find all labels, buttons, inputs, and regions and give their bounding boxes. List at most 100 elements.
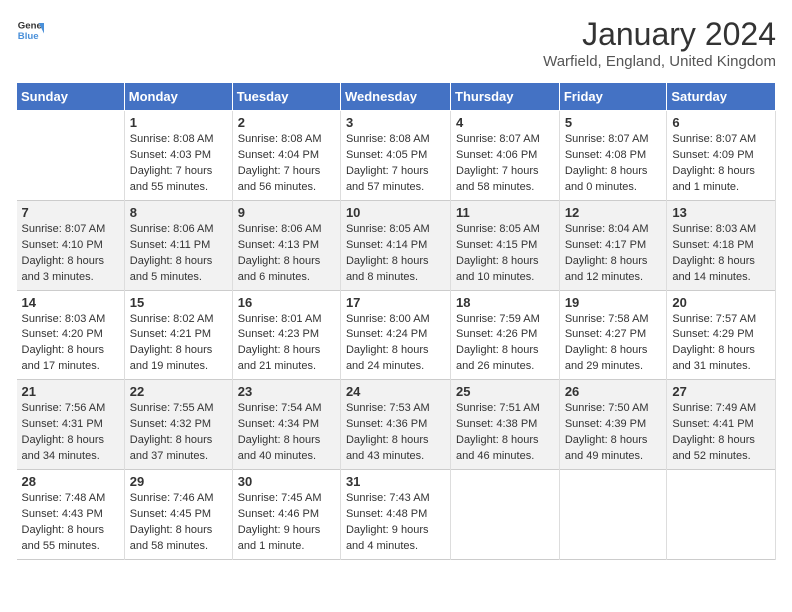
- svg-text:Blue: Blue: [18, 31, 39, 42]
- calendar-cell: 28 Sunrise: 7:48 AM Sunset: 4:43 PM Dayli…: [17, 470, 125, 560]
- page-header: General Blue January 2024 Warfield, Engl…: [16, 16, 776, 70]
- day-number: 7: [22, 205, 119, 220]
- calendar-cell: 17 Sunrise: 8:00 AM Sunset: 4:24 PM Dayli…: [340, 290, 450, 380]
- day-number: 20: [672, 295, 770, 310]
- day-number: 29: [130, 474, 227, 489]
- calendar-cell: 6 Sunrise: 8:07 AM Sunset: 4:09 PM Daylig…: [667, 111, 776, 201]
- calendar-header: SundayMondayTuesdayWednesdayThursdayFrid…: [17, 83, 776, 111]
- day-header: Tuesday: [232, 83, 340, 111]
- day-info: Sunrise: 7:48 AM Sunset: 4:43 PM Dayligh…: [22, 491, 119, 555]
- day-info: Sunrise: 8:05 AM Sunset: 4:15 PM Dayligh…: [456, 222, 554, 286]
- calendar-week-row: 28 Sunrise: 7:48 AM Sunset: 4:43 PM Dayli…: [17, 470, 776, 560]
- calendar-cell: 20 Sunrise: 7:57 AM Sunset: 4:29 PM Dayli…: [667, 290, 776, 380]
- day-header: Thursday: [451, 83, 560, 111]
- day-header: Monday: [124, 83, 232, 111]
- day-number: 23: [238, 384, 335, 399]
- day-number: 8: [130, 205, 227, 220]
- day-info: Sunrise: 7:57 AM Sunset: 4:29 PM Dayligh…: [672, 312, 770, 376]
- day-number: 27: [672, 384, 770, 399]
- day-info: Sunrise: 7:51 AM Sunset: 4:38 PM Dayligh…: [456, 401, 554, 465]
- day-header: Friday: [559, 83, 667, 111]
- svg-text:General: General: [18, 20, 44, 31]
- day-number: 11: [456, 205, 554, 220]
- calendar-cell: 13 Sunrise: 8:03 AM Sunset: 4:18 PM Dayli…: [667, 200, 776, 290]
- day-number: 25: [456, 384, 554, 399]
- calendar-week-row: 1 Sunrise: 8:08 AM Sunset: 4:03 PM Daylig…: [17, 111, 776, 201]
- day-number: 1: [130, 115, 227, 130]
- day-info: Sunrise: 8:07 AM Sunset: 4:06 PM Dayligh…: [456, 132, 554, 196]
- day-info: Sunrise: 8:06 AM Sunset: 4:11 PM Dayligh…: [130, 222, 227, 286]
- logo: General Blue: [16, 16, 44, 44]
- day-header: Wednesday: [340, 83, 450, 111]
- day-info: Sunrise: 8:08 AM Sunset: 4:05 PM Dayligh…: [346, 132, 445, 196]
- day-number: 22: [130, 384, 227, 399]
- calendar-cell: 27Sunrise: 7:49 AM Sunset: 4:41 PM Dayli…: [667, 380, 776, 470]
- day-info: Sunrise: 7:50 AM Sunset: 4:39 PM Dayligh…: [565, 401, 662, 465]
- day-info: Sunrise: 8:07 AM Sunset: 4:08 PM Dayligh…: [565, 132, 662, 196]
- calendar-cell: 24Sunrise: 7:53 AM Sunset: 4:36 PM Dayli…: [340, 380, 450, 470]
- calendar-cell: 12Sunrise: 8:04 AM Sunset: 4:17 PM Dayli…: [559, 200, 667, 290]
- day-number: 31: [346, 474, 445, 489]
- day-info: Sunrise: 8:03 AM Sunset: 4:18 PM Dayligh…: [672, 222, 770, 286]
- day-info: Sunrise: 7:45 AM Sunset: 4:46 PM Dayligh…: [238, 491, 335, 555]
- day-number: 14: [22, 295, 119, 310]
- day-number: 9: [238, 205, 335, 220]
- day-info: Sunrise: 7:53 AM Sunset: 4:36 PM Dayligh…: [346, 401, 445, 465]
- day-number: 21: [22, 384, 119, 399]
- calendar-cell: 14Sunrise: 8:03 AM Sunset: 4:20 PM Dayli…: [17, 290, 125, 380]
- day-info: Sunrise: 8:01 AM Sunset: 4:23 PM Dayligh…: [238, 312, 335, 376]
- day-number: 28: [22, 474, 119, 489]
- day-info: Sunrise: 8:08 AM Sunset: 4:03 PM Dayligh…: [130, 132, 227, 196]
- day-info: Sunrise: 7:56 AM Sunset: 4:31 PM Dayligh…: [22, 401, 119, 465]
- day-number: 3: [346, 115, 445, 130]
- calendar-cell: [17, 111, 125, 201]
- calendar-cell: 7Sunrise: 8:07 AM Sunset: 4:10 PM Daylig…: [17, 200, 125, 290]
- day-number: 10: [346, 205, 445, 220]
- calendar-week-row: 21 Sunrise: 7:56 AM Sunset: 4:31 PM Dayli…: [17, 380, 776, 470]
- calendar-cell: 26 Sunrise: 7:50 AM Sunset: 4:39 PM Dayli…: [559, 380, 667, 470]
- calendar-cell: 8 Sunrise: 8:06 AM Sunset: 4:11 PM Daylig…: [124, 200, 232, 290]
- calendar-cell: 18Sunrise: 7:59 AM Sunset: 4:26 PM Dayli…: [451, 290, 560, 380]
- calendar-week-row: 14Sunrise: 8:03 AM Sunset: 4:20 PM Dayli…: [17, 290, 776, 380]
- calendar-cell: 25 Sunrise: 7:51 AM Sunset: 4:38 PM Dayli…: [451, 380, 560, 470]
- day-number: 26: [565, 384, 662, 399]
- day-number: 15: [130, 295, 227, 310]
- day-number: 19: [565, 295, 662, 310]
- calendar-cell: 30Sunrise: 7:45 AM Sunset: 4:46 PM Dayli…: [232, 470, 340, 560]
- calendar-cell: 5 Sunrise: 8:07 AM Sunset: 4:08 PM Daylig…: [559, 111, 667, 201]
- calendar-cell: [667, 470, 776, 560]
- day-number: 5: [565, 115, 662, 130]
- calendar-cell: 22 Sunrise: 7:55 AM Sunset: 4:32 PM Dayli…: [124, 380, 232, 470]
- calendar-cell: 4 Sunrise: 8:07 AM Sunset: 4:06 PM Daylig…: [451, 111, 560, 201]
- day-info: Sunrise: 8:07 AM Sunset: 4:09 PM Dayligh…: [672, 132, 770, 196]
- calendar-cell: 11 Sunrise: 8:05 AM Sunset: 4:15 PM Dayli…: [451, 200, 560, 290]
- calendar-cell: [559, 470, 667, 560]
- day-number: 4: [456, 115, 554, 130]
- calendar-cell: 16 Sunrise: 8:01 AM Sunset: 4:23 PM Dayli…: [232, 290, 340, 380]
- calendar-cell: 29 Sunrise: 7:46 AM Sunset: 4:45 PM Dayli…: [124, 470, 232, 560]
- calendar-cell: 1 Sunrise: 8:08 AM Sunset: 4:03 PM Daylig…: [124, 111, 232, 201]
- day-number: 6: [672, 115, 770, 130]
- calendar-cell: 3 Sunrise: 8:08 AM Sunset: 4:05 PM Daylig…: [340, 111, 450, 201]
- day-number: 17: [346, 295, 445, 310]
- day-info: Sunrise: 8:00 AM Sunset: 4:24 PM Dayligh…: [346, 312, 445, 376]
- day-number: 13: [672, 205, 770, 220]
- calendar-cell: 15 Sunrise: 8:02 AM Sunset: 4:21 PM Dayli…: [124, 290, 232, 380]
- calendar-cell: 2 Sunrise: 8:08 AM Sunset: 4:04 PM Daylig…: [232, 111, 340, 201]
- day-info: Sunrise: 7:55 AM Sunset: 4:32 PM Dayligh…: [130, 401, 227, 465]
- day-number: 16: [238, 295, 335, 310]
- day-info: Sunrise: 8:02 AM Sunset: 4:21 PM Dayligh…: [130, 312, 227, 376]
- day-number: 18: [456, 295, 554, 310]
- day-info: Sunrise: 7:43 AM Sunset: 4:48 PM Dayligh…: [346, 491, 445, 555]
- day-info: Sunrise: 8:06 AM Sunset: 4:13 PM Dayligh…: [238, 222, 335, 286]
- calendar-cell: 19Sunrise: 7:58 AM Sunset: 4:27 PM Dayli…: [559, 290, 667, 380]
- day-info: Sunrise: 7:46 AM Sunset: 4:45 PM Dayligh…: [130, 491, 227, 555]
- calendar-week-row: 7Sunrise: 8:07 AM Sunset: 4:10 PM Daylig…: [17, 200, 776, 290]
- day-number: 2: [238, 115, 335, 130]
- day-number: 12: [565, 205, 662, 220]
- day-header: Saturday: [667, 83, 776, 111]
- day-info: Sunrise: 8:08 AM Sunset: 4:04 PM Dayligh…: [238, 132, 335, 196]
- calendar-cell: 10Sunrise: 8:05 AM Sunset: 4:14 PM Dayli…: [340, 200, 450, 290]
- calendar-cell: 31 Sunrise: 7:43 AM Sunset: 4:48 PM Dayli…: [340, 470, 450, 560]
- calendar-cell: 9 Sunrise: 8:06 AM Sunset: 4:13 PM Daylig…: [232, 200, 340, 290]
